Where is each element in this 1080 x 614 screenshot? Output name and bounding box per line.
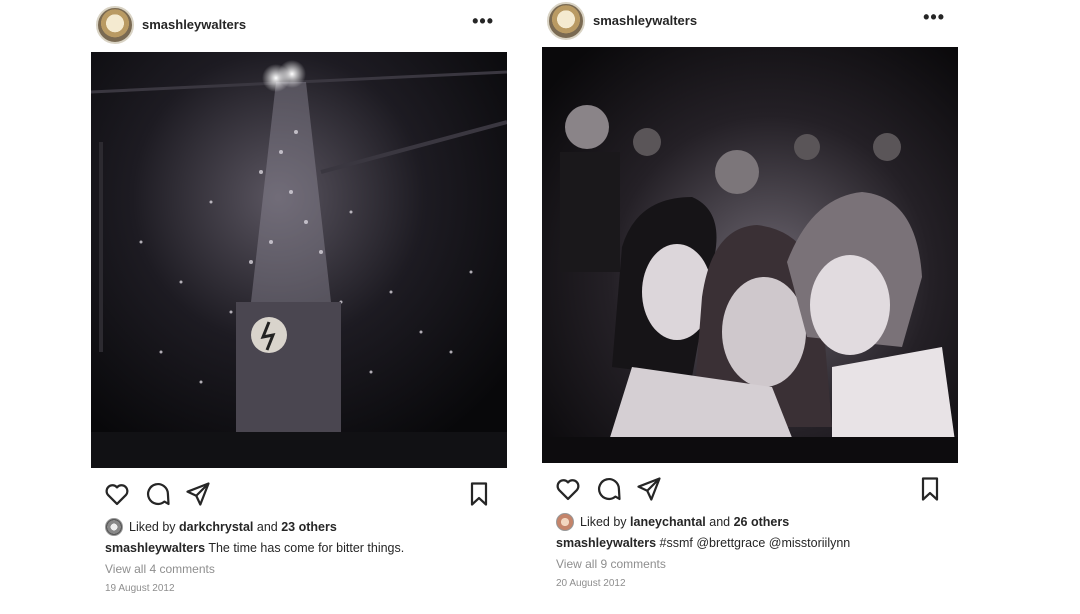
liker-avatar[interactable] [105,518,123,536]
post-actions [539,475,959,505]
liked-by-and: and [709,515,731,529]
send-icon[interactable] [184,480,212,508]
post-date: 19 August 2012 [105,583,175,594]
more-options-icon[interactable]: ••• [472,11,494,32]
send-icon[interactable] [635,475,663,503]
view-comments-link[interactable]: View all 4 comments [105,562,215,576]
post-actions [88,480,508,510]
likes-summary: Liked by darkchrystal and 23 others [105,518,337,536]
post-photo-concert-confetti[interactable] [91,52,507,468]
bookmark-icon[interactable] [916,475,944,503]
caption-username[interactable]: smashleywalters [556,536,656,550]
avatar[interactable] [96,6,134,44]
comment-icon[interactable] [595,475,623,503]
more-options-icon[interactable]: ••• [923,7,945,28]
likes-summary: Liked by laneychantal and 26 others [556,513,789,531]
instagram-post-2: smashleywalters ••• Liked by laneychanta… [539,0,959,614]
post-caption: smashleywalters The time has come for bi… [105,541,404,555]
bookmark-icon[interactable] [465,480,493,508]
post-header: smashleywalters ••• [88,2,508,48]
heart-icon[interactable] [554,475,582,503]
comment-icon[interactable] [144,480,172,508]
post-caption: smashleywalters #ssmf @brettgrace @misst… [556,536,850,550]
liked-by-prefix: Liked by [129,520,176,534]
concert-stage-image [91,52,507,468]
caption-text: The time has come for bitter things. [208,541,405,555]
instagram-post-1: smashleywalters ••• Liked by darkchrysta… [88,0,508,614]
caption-text: #ssmf @brettgrace @misstoriilynn [659,536,851,550]
post-header: smashleywalters ••• [539,0,959,44]
post-username[interactable]: smashleywalters [593,13,697,28]
liked-by-others[interactable]: 23 others [281,520,337,534]
liked-by-prefix: Liked by [580,515,627,529]
view-comments-link[interactable]: View all 9 comments [556,557,666,571]
post-username[interactable]: smashleywalters [142,17,246,32]
liked-by-others[interactable]: 26 others [734,515,790,529]
post-date: 20 August 2012 [556,578,626,589]
liked-by-and: and [256,520,278,534]
heart-icon[interactable] [103,480,131,508]
avatar[interactable] [547,2,585,40]
post-photo-crowd-selfie[interactable] [542,47,958,463]
liker-avatar[interactable] [556,513,574,531]
caption-username[interactable]: smashleywalters [105,541,205,555]
crowd-selfie-image [542,47,958,463]
liked-by-user[interactable]: darkchrystal [179,520,253,534]
liked-by-user[interactable]: laneychantal [630,515,706,529]
